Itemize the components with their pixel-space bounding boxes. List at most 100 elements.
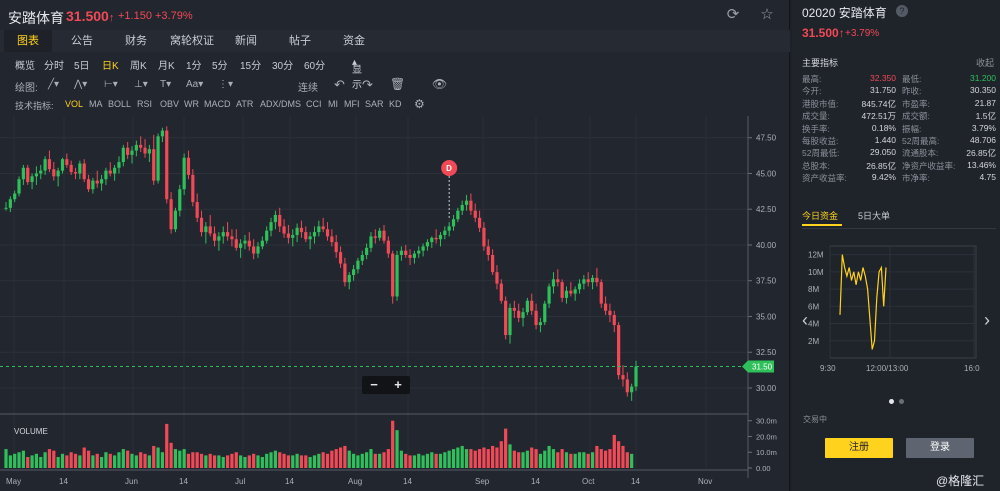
indicator-sar[interactable]: SAR: [365, 99, 384, 109]
volume-bar: [351, 453, 356, 468]
candle-body: [464, 200, 469, 205]
volume-bar: [343, 445, 347, 468]
indicator-atr[interactable]: ATR: [236, 99, 253, 109]
volume-bar: [282, 453, 286, 468]
chevron-right-icon[interactable]: ›: [984, 310, 990, 331]
y-tick-label: 42.50: [756, 205, 777, 214]
volume-bar: [543, 450, 547, 468]
indicator-obv[interactable]: OBV: [160, 99, 179, 109]
candle-body: [617, 325, 621, 376]
indicator-macd[interactable]: MACD: [204, 99, 231, 109]
volume-bar: [139, 452, 143, 468]
volume-label: VOLUME: [14, 427, 48, 436]
carousel-dot-active[interactable]: [889, 399, 894, 404]
hline-tool-icon[interactable]: ⊥▾: [134, 79, 148, 90]
star-icon[interactable]: ☆: [758, 6, 776, 24]
candle-body: [69, 164, 73, 173]
candle-body: [147, 149, 151, 154]
volume-bar: [434, 453, 438, 468]
period-intraday[interactable]: 分时: [44, 57, 64, 72]
indicator-ma[interactable]: MA: [89, 99, 103, 109]
trend-tool-icon[interactable]: ⋀▾: [74, 79, 87, 90]
tab-capital[interactable]: 资金: [330, 30, 378, 52]
login-button[interactable]: 登录: [906, 438, 974, 458]
tab-news[interactable]: 新闻: [222, 30, 270, 52]
indicator-vol[interactable]: VOL: [65, 99, 83, 109]
volume-bar: [308, 456, 312, 468]
stat-row: 最高: 32.350 最低: 31.200: [802, 73, 996, 84]
indicator-rsi[interactable]: RSI: [137, 99, 152, 109]
carousel-dot[interactable]: [899, 399, 904, 404]
text-tool-icon[interactable]: T▾: [160, 79, 171, 90]
indicator-kd[interactable]: KD: [389, 99, 402, 109]
register-button[interactable]: 注册: [825, 438, 893, 458]
period-5day[interactable]: 5日: [74, 57, 90, 72]
candle-body: [204, 226, 208, 233]
tab-warrants[interactable]: 窝轮权证: [166, 30, 218, 52]
measure-tool-icon[interactable]: Aa▾: [186, 79, 203, 90]
volume-bar: [564, 452, 569, 468]
tab-announcements[interactable]: 公告: [58, 30, 106, 52]
continuous-toggle[interactable]: 连续: [298, 79, 318, 94]
period-1min[interactable]: 1分: [186, 57, 202, 72]
volume-bar: [34, 453, 39, 468]
indicator-adx[interactable]: ADX/DMS: [260, 99, 301, 109]
volume-bar: [191, 452, 195, 468]
display-menu[interactable]: 显示 ▴: [352, 57, 362, 91]
y-tick-label: 40.00: [756, 241, 777, 250]
period-30min[interactable]: 30分: [272, 57, 293, 72]
stat-row: 今开: 31.750 昨收: 30.350: [802, 85, 996, 97]
gear-icon[interactable]: ⚙: [414, 97, 425, 111]
indicator-wr[interactable]: WR: [184, 99, 199, 109]
bar-tool-icon[interactable]: ⋮▾: [218, 79, 233, 90]
tab-posts[interactable]: 帖子: [276, 30, 324, 52]
period-daily[interactable]: 日K: [102, 57, 119, 72]
line-tool-icon[interactable]: ╱▾: [48, 79, 59, 90]
y-tick-label: 32.50: [756, 348, 777, 357]
volume-bar: [117, 452, 121, 468]
stat-row: 52周最低: 29.050 流通股本: 26.85亿: [802, 147, 996, 159]
tab-today-capital[interactable]: 今日资金: [802, 209, 838, 222]
period-5min[interactable]: 5分: [212, 57, 228, 72]
volume-tick-label: 20.0m: [756, 432, 777, 441]
period-monthly[interactable]: 月K: [158, 57, 175, 72]
stat-row: 每股收益: 1.440 52周最高: 48.706: [802, 134, 996, 146]
indicator-boll[interactable]: BOLL: [108, 99, 131, 109]
zoom-in-button[interactable]: +: [386, 377, 410, 392]
candle-body: [577, 283, 582, 290]
collapse-button[interactable]: 收起: [976, 56, 994, 69]
period-overview[interactable]: 概览: [15, 57, 35, 72]
volume-bar: [143, 453, 147, 468]
period-15min[interactable]: 15分: [240, 57, 261, 72]
period-weekly[interactable]: 周K: [130, 57, 147, 72]
refresh-icon[interactable]: ⟳: [724, 6, 742, 24]
flow-y-tick-label: 8M: [808, 285, 819, 294]
trash-icon[interactable]: 🗑: [390, 77, 405, 91]
tab-financials[interactable]: 财务: [112, 30, 160, 52]
volume-bar: [482, 447, 486, 468]
indicator-mfi[interactable]: MFI: [344, 99, 360, 109]
help-icon[interactable]: ?: [896, 5, 908, 17]
indicator-cci[interactable]: CCI: [306, 99, 322, 109]
undo-icon[interactable]: ↶: [334, 77, 345, 93]
candle-body: [21, 167, 25, 180]
volume-bar: [391, 420, 395, 468]
zoom-out-button[interactable]: −: [362, 377, 386, 392]
candle-body: [599, 282, 603, 304]
eye-icon[interactable]: 👁: [432, 77, 447, 91]
fib-tool-icon[interactable]: ⊢▾: [104, 79, 118, 90]
volume-bar: [165, 423, 169, 468]
quote-change: +3.79%: [845, 28, 880, 39]
candle-body: [499, 283, 503, 301]
candle-body: [391, 253, 395, 297]
candle-body: [330, 236, 334, 243]
candle-body: [73, 172, 78, 174]
price-chart[interactable]: 47.50 45.00 42.50 40.00 37.50 35.00 32.50 30.00…: [0, 116, 790, 491]
tab-chart[interactable]: 图表: [4, 30, 52, 52]
x-tick-label: Sep: [475, 477, 490, 486]
indicator-mi[interactable]: MI: [328, 99, 338, 109]
chevron-left-icon[interactable]: ‹: [802, 310, 808, 331]
period-60min[interactable]: 60分: [304, 57, 325, 72]
tab-5day-big-orders[interactable]: 5日大单: [858, 209, 890, 222]
redo-icon[interactable]: ↷: [362, 77, 373, 93]
